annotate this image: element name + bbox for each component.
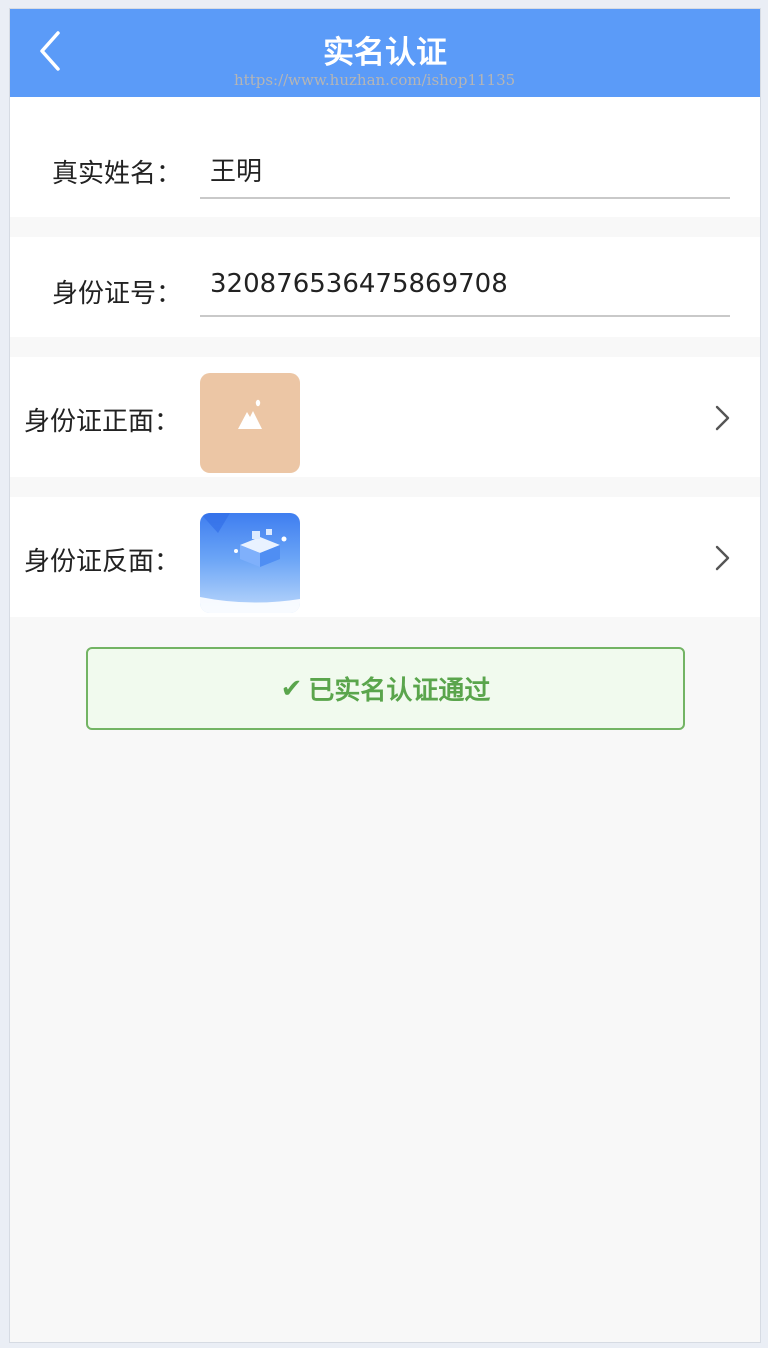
real-name-input[interactable]: 王明 (200, 149, 730, 199)
id-number-value: 320876536475869708 (210, 269, 508, 299)
uploaded-image-icon (200, 513, 300, 613)
verification-status-text: 已实名认证通过 (308, 676, 491, 706)
page-title: 实名认证 (323, 35, 447, 71)
id-back-label: 身份证反面： (24, 547, 181, 577)
form-row-id-back[interactable]: 身份证反面： (10, 497, 760, 617)
form-row-id-number: 身份证号： 320876536475869708 (10, 237, 760, 337)
form-row-real-name: 真实姓名： 王明 (10, 97, 760, 217)
header-bar: 实名认证 (10, 9, 760, 97)
verification-status-badge: ✔ 已实名认证通过 (86, 647, 685, 730)
id-number-label: 身份证号： (52, 279, 183, 309)
id-number-input[interactable]: 320876536475869708 (200, 267, 730, 317)
id-back-thumbnail[interactable] (200, 513, 300, 613)
form-row-id-front[interactable]: 身份证正面： (10, 357, 760, 477)
image-placeholder-icon (238, 399, 262, 429)
chevron-right-icon[interactable] (712, 543, 734, 573)
real-name-value: 王明 (210, 157, 263, 187)
check-icon: ✔ (280, 673, 303, 704)
real-name-label: 真实姓名： (52, 159, 183, 189)
app-screen: 实名认证 真实姓名： 王明 身份证号： 320876536475869708 身… (9, 8, 761, 1343)
chevron-right-icon[interactable] (712, 403, 734, 433)
id-front-label: 身份证正面： (24, 407, 181, 437)
id-front-thumbnail[interactable] (200, 373, 300, 473)
